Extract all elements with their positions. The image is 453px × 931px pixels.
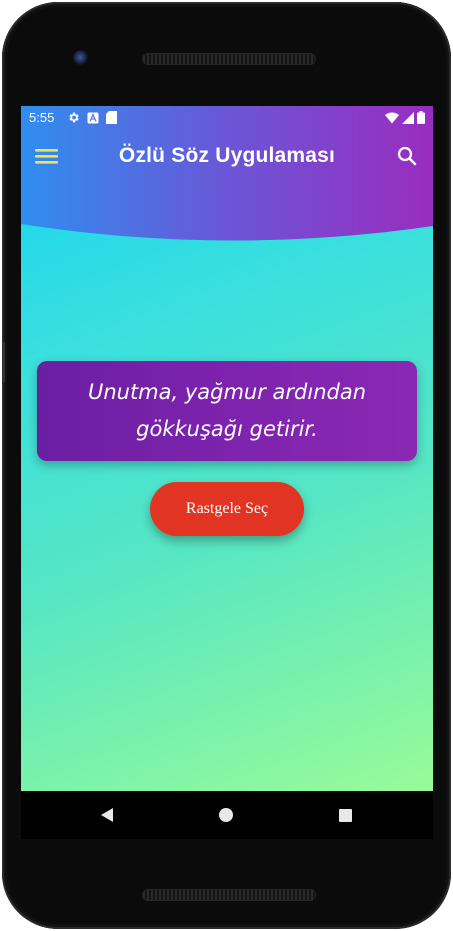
status-system-icons [385,111,425,124]
a-badge-icon [87,112,99,123]
random-select-button[interactable]: Rastgele Seç [150,482,304,536]
battery-icon [417,111,425,124]
back-triangle-icon[interactable] [99,807,115,823]
recents-square-icon[interactable] [339,809,352,822]
signal-icon [402,111,414,124]
front-camera [73,50,89,66]
search-icon [397,146,417,166]
earpiece-speaker [142,53,316,65]
search-button[interactable] [395,144,423,172]
wifi-icon [385,112,399,123]
sd-card-icon [106,111,117,124]
side-button [2,342,5,382]
app-screen: 5:55 Özlü Söz Uygulaması Unutma, yağmur … [21,106,433,791]
home-circle-icon[interactable] [219,808,233,822]
settings-icon [69,112,79,123]
quote-card: Unutma, yağmur ardından gökkuşağı getiri… [37,361,417,461]
app-bar: Özlü Söz Uygulaması [21,130,433,186]
status-notification-icons [67,111,117,124]
status-time: 5:55 [29,110,55,125]
quote-text: Unutma, yağmur ardından gökkuşağı getiri… [87,380,367,441]
app-title: Özlü Söz Uygulaması [118,144,336,167]
status-bar: 5:55 [21,106,433,130]
bottom-speaker [142,889,316,901]
system-navigation-bar [21,791,433,839]
